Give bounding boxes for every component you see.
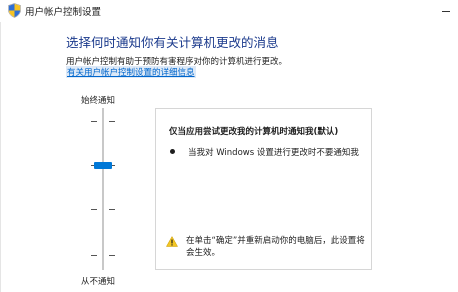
title-bar: 用户帐户控制设置 (0, 0, 458, 22)
window-title: 用户帐户控制设置 (25, 7, 102, 18)
page-heading: 选择何时通知你有关计算机更改的消息 (66, 35, 279, 50)
list-item: 当我对 Windows 设置进行更改时不要通知我 (170, 146, 359, 158)
setting-title: 仅当应用尝试更改我的计算机时通知我(默认) (169, 127, 339, 137)
slider-tick (91, 121, 97, 122)
slider-tick (91, 255, 97, 256)
window-left-border (0, 22, 1, 292)
setting-description-panel: 仅当应用尝试更改我的计算机时通知我(默认) 当我对 Windows 设置进行更改… (155, 108, 372, 270)
slider-tick (109, 121, 115, 122)
minimize-button[interactable] (412, 0, 458, 22)
slider-tick (91, 209, 97, 210)
uac-shield-icon (8, 3, 21, 18)
uac-help-link[interactable]: 有关用户帐户控制设置的详细信息 (66, 66, 196, 78)
minimize-icon (442, 10, 450, 12)
slider-track[interactable] (102, 108, 104, 270)
warning-text: 在单击“确定”并重新启动你的电脑后，此设置将会生效。 (186, 236, 365, 258)
bullet-icon (170, 149, 175, 154)
slider-label-never-notify: 从不通知 (81, 277, 116, 287)
bullet-text: 当我对 Windows 设置进行更改时不要通知我 (188, 148, 359, 158)
restart-warning: 在单击“确定”并重新启动你的电脑后，此设置将会生效。 (166, 235, 366, 259)
slider-thumb[interactable] (94, 162, 112, 169)
warning-icon (166, 236, 178, 247)
slider-tick (109, 209, 115, 210)
uac-settings-window: 用户帐户控制设置 选择何时通知你有关计算机更改的消息 用户帐户控制有助于预防有害… (0, 0, 458, 292)
slider-tick (109, 255, 115, 256)
slider-label-always-notify: 始终通知 (81, 96, 116, 106)
notification-level-slider[interactable] (83, 108, 133, 270)
